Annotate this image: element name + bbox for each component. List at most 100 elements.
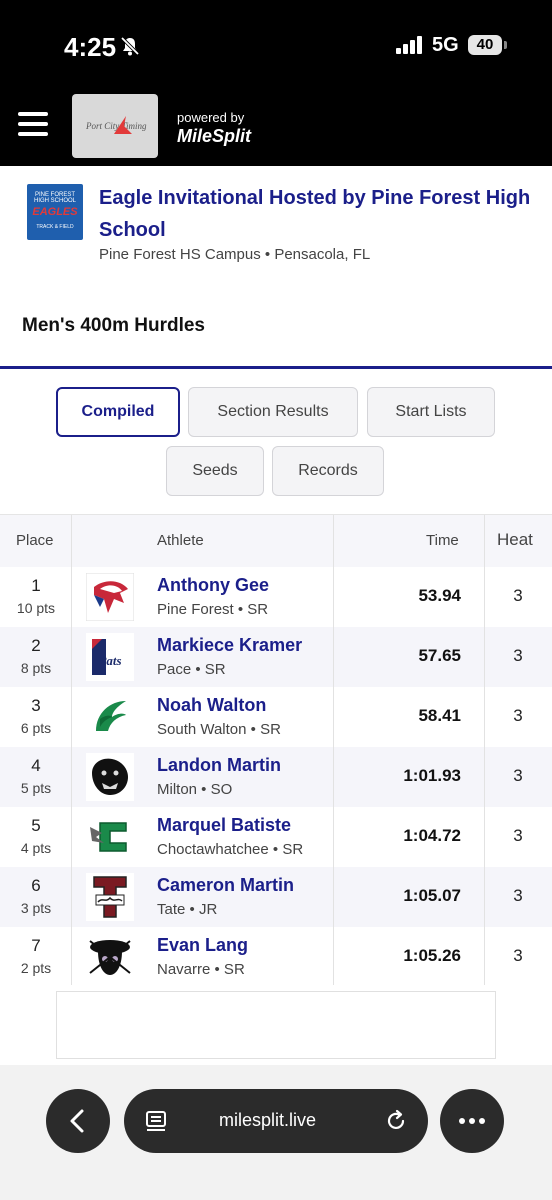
athlete-name[interactable]: Evan Lang bbox=[157, 935, 248, 956]
athlete-name[interactable]: Markiece Kramer bbox=[157, 635, 302, 656]
heat: 3 bbox=[513, 826, 523, 845]
table-row[interactable]: 5 4 pts Marquel Batiste Choctawhatchee •… bbox=[0, 807, 552, 867]
tab-seeds[interactable]: Seeds bbox=[166, 446, 264, 496]
points: 3 pts bbox=[20, 900, 52, 916]
athlete-name[interactable]: Noah Walton bbox=[157, 695, 266, 716]
network-label: 5G bbox=[432, 34, 459, 56]
meet-logo-line: EAGLES bbox=[32, 206, 78, 218]
ad-banner[interactable] bbox=[56, 991, 496, 1059]
column-divider bbox=[333, 515, 334, 985]
athlete-school: Tate • JR bbox=[157, 901, 218, 918]
place: 1 bbox=[31, 576, 41, 595]
meet-logo-line: PINE FOREST HIGH SCHOOL bbox=[33, 192, 76, 204]
column-divider bbox=[484, 515, 485, 985]
reader-icon[interactable] bbox=[144, 1109, 168, 1133]
address-bar[interactable]: milesplit.live bbox=[124, 1089, 428, 1153]
timer-logo[interactable]: Port City Timing bbox=[72, 94, 158, 158]
more-button[interactable] bbox=[440, 1089, 504, 1153]
place: 6 bbox=[31, 876, 41, 895]
result-time: 1:05.26 bbox=[403, 946, 461, 965]
powered-by-label: powered by bbox=[177, 110, 245, 125]
table-row[interactable]: 6 3 pts Cameron Martin Tate • JR 1:05.07… bbox=[0, 867, 552, 927]
results-table: Place Athlete Time Heat 1 10 pts Anthony… bbox=[0, 514, 552, 987]
tab-records[interactable]: Records bbox=[272, 446, 384, 496]
athlete-name[interactable]: Cameron Martin bbox=[157, 875, 294, 896]
meet-header: PINE FOREST HIGH SCHOOL EAGLES TRACK & F… bbox=[0, 166, 552, 266]
heat: 3 bbox=[513, 766, 523, 785]
athlete-school: South Walton • SR bbox=[157, 721, 281, 738]
meet-logo: PINE FOREST HIGH SCHOOL EAGLES TRACK & F… bbox=[27, 184, 83, 240]
url-text: milesplit.live bbox=[219, 1110, 317, 1130]
divider bbox=[0, 366, 552, 369]
result-time: 1:04.72 bbox=[403, 826, 461, 845]
table-row[interactable]: 1 10 pts Anthony Gee Pine Forest • SR 53… bbox=[0, 567, 552, 627]
place: 3 bbox=[31, 696, 41, 715]
points: 5 pts bbox=[20, 780, 52, 796]
result-time: 53.94 bbox=[418, 586, 461, 605]
event-title: Men's 400m Hurdles bbox=[22, 315, 205, 336]
header-place[interactable]: Place bbox=[16, 532, 54, 549]
battery-tip bbox=[504, 41, 507, 49]
back-button[interactable] bbox=[46, 1089, 110, 1153]
athlete-school: Choctawhatchee • SR bbox=[157, 841, 304, 858]
meet-title[interactable]: Eagle Invitational Hosted by Pine Forest… bbox=[99, 182, 549, 246]
heat: 3 bbox=[513, 706, 523, 725]
athlete-name[interactable]: Marquel Batiste bbox=[157, 815, 291, 836]
result-time: 1:01.93 bbox=[403, 766, 461, 785]
t-eagles-logo-icon bbox=[86, 873, 134, 921]
points: 6 pts bbox=[20, 720, 52, 736]
heat: 3 bbox=[513, 946, 523, 965]
svg-text:Pats: Pats bbox=[98, 653, 121, 668]
place: 7 bbox=[31, 936, 41, 955]
status-bar: 4:25 5G 40 bbox=[0, 0, 552, 90]
tab-start-lists[interactable]: Start Lists bbox=[367, 387, 495, 437]
meet-logo-line: TRACK & FIELD bbox=[36, 224, 74, 230]
table-row[interactable]: 3 6 pts Noah Walton South Walton • SR 58… bbox=[0, 687, 552, 747]
bell-slash-icon bbox=[120, 36, 140, 56]
header-athlete[interactable]: Athlete bbox=[157, 532, 204, 549]
athlete-school: Navarre • SR bbox=[157, 961, 245, 978]
reload-icon[interactable] bbox=[384, 1109, 408, 1133]
athlete-name[interactable]: Landon Martin bbox=[157, 755, 281, 776]
patriots-logo-icon: Pats bbox=[86, 633, 134, 681]
column-divider bbox=[71, 515, 72, 985]
athlete-name[interactable]: Anthony Gee bbox=[157, 575, 269, 596]
points: 4 pts bbox=[20, 840, 52, 856]
more-dots-icon bbox=[459, 1118, 485, 1124]
athlete-school: Pace • SR bbox=[157, 661, 226, 678]
table-row[interactable]: 7 2 pts Evan Lang Navarre • SR 1:05.26 3 bbox=[0, 927, 552, 987]
signal-icon bbox=[396, 36, 422, 54]
place: 5 bbox=[31, 816, 41, 835]
points: 8 pts bbox=[20, 660, 52, 676]
result-time: 58.41 bbox=[418, 706, 461, 725]
eagle-logo-icon bbox=[86, 573, 134, 621]
table-row[interactable]: 2 8 pts Pats Markiece Kramer Pace • SR 5… bbox=[0, 627, 552, 687]
header-time[interactable]: Time bbox=[426, 532, 459, 549]
site-header: Port City Timing powered by MileSplit bbox=[0, 90, 552, 166]
heat: 3 bbox=[513, 586, 523, 605]
athlete-school: Milton • SO bbox=[157, 781, 233, 798]
header-heat[interactable]: Heat bbox=[497, 530, 533, 550]
result-time: 57.65 bbox=[418, 646, 461, 665]
points: 2 pts bbox=[20, 960, 52, 976]
swoosh-icon bbox=[114, 116, 132, 134]
table-row[interactable]: 4 5 pts Landon Martin Milton • SO 1:01.9… bbox=[0, 747, 552, 807]
battery-icon: 40 bbox=[468, 35, 502, 55]
heat: 3 bbox=[513, 646, 523, 665]
seahawk-logo-icon bbox=[86, 693, 134, 741]
heat: 3 bbox=[513, 886, 523, 905]
panther-logo-icon bbox=[86, 753, 134, 801]
tab-compiled[interactable]: Compiled bbox=[56, 387, 180, 437]
place: 2 bbox=[31, 636, 41, 655]
place: 4 bbox=[31, 756, 41, 775]
milesplit-logo[interactable]: MileSplit bbox=[177, 126, 251, 147]
menu-icon[interactable] bbox=[18, 112, 48, 138]
raider-logo-icon bbox=[86, 933, 134, 981]
meet-location: Pine Forest HS Campus • Pensacola, FL bbox=[99, 246, 371, 263]
status-time: 4:25 bbox=[64, 32, 117, 62]
table-header: Place Athlete Time Heat bbox=[0, 515, 552, 567]
athlete-school: Pine Forest • SR bbox=[157, 601, 269, 618]
c-logo-icon bbox=[86, 813, 134, 861]
tab-section-results[interactable]: Section Results bbox=[188, 387, 358, 437]
chevron-left-icon bbox=[70, 1109, 84, 1133]
